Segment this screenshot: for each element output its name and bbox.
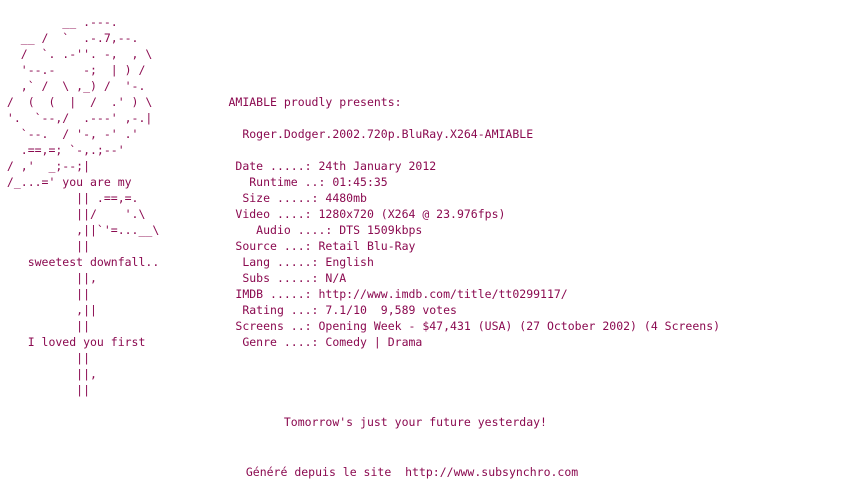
- info-imdb: || IMDB .....: http://www.imdb.com/title…: [0, 287, 568, 301]
- info-source: || Source ...: Retail Blu-Ray: [0, 239, 416, 253]
- tagline: Tomorrow's just your future yesterday!: [0, 415, 547, 429]
- footer-text: Généré depuis le site: [245, 465, 406, 479]
- info-video: ||/ '.\ Video ....: 1280x720 (X264 @ 23.…: [0, 207, 506, 221]
- nfo-line: ||,: [0, 367, 97, 381]
- info-size: || .==,=. Size .....: 4480mb: [0, 191, 367, 205]
- info-audio: ,||`'=...__\ Audio ....: DTS 1509kbps: [0, 223, 423, 237]
- nfo-line: '--.- -; | ) /: [0, 63, 146, 77]
- nfo-line: ,` / \ ,_) / '-.: [0, 79, 146, 93]
- info-screens: || Screens ..: Opening Week - $47,431 (U…: [0, 319, 721, 333]
- footer-link[interactable]: http://www.subsynchro.com: [405, 465, 578, 479]
- nfo-line: __ / ` .-.7,--.: [0, 31, 139, 45]
- nfo-document: __ .---. __ / ` .-.7,--. / `. .-''. -, ,…: [0, 0, 848, 464]
- info-lang: sweetest downfall.. Lang .....: English: [0, 255, 374, 269]
- nfo-line: ||: [0, 383, 91, 397]
- nfo-line: '. `--,/ .---' ,-.|: [0, 111, 153, 125]
- info-runtime: /_...=' you are my Runtime ..: 01:45:35: [0, 175, 388, 189]
- nfo-line: __ .---.: [0, 15, 118, 29]
- nfo-line: .==,=; `-,.;--': [0, 143, 125, 157]
- info-rating: ,|| Rating ...: 7.1/10 9,589 votes: [0, 303, 457, 317]
- info-date: / ,' _;--;| Date .....: 24th January 201…: [0, 159, 437, 173]
- release-name: `--. / '-, -' .' Roger.Dodger.2002.720p.…: [0, 127, 534, 141]
- info-subs: ||, Subs .....: N/A: [0, 271, 347, 285]
- info-genre: I loved you first Genre ....: Comedy | D…: [0, 335, 423, 349]
- nfo-line: / `. .-''. -, , \: [0, 47, 153, 61]
- nfo-line: ||: [0, 351, 91, 365]
- release-header: / ( ( | / .' ) \ AMIABLE proudly present…: [0, 95, 402, 109]
- footer: Généré depuis le site http://www.subsync…: [232, 448, 578, 479]
